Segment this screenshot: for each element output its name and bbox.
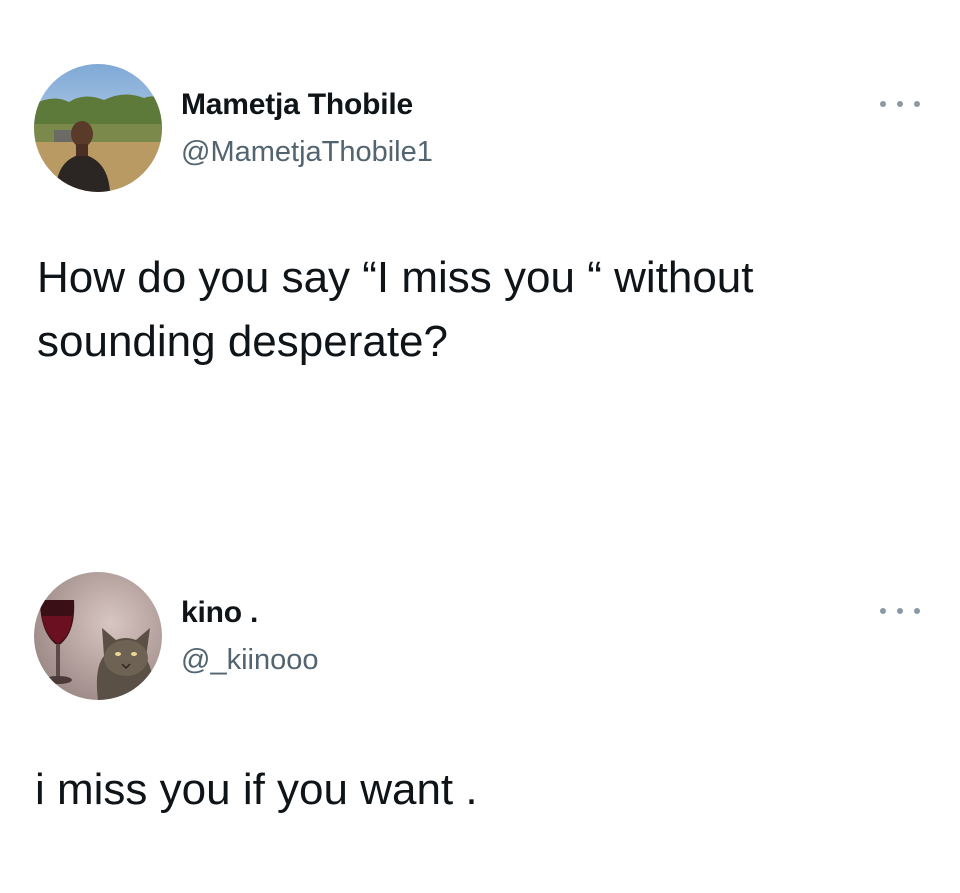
dot: [880, 608, 886, 614]
author-name[interactable]: Mametja Thobile: [181, 88, 413, 122]
avatar-photo: [34, 64, 162, 192]
author-handle[interactable]: @_kiinooo: [181, 644, 318, 677]
dot: [880, 101, 886, 107]
author-avatar[interactable]: [34, 64, 162, 192]
dot: [914, 101, 920, 107]
more-options-icon[interactable]: [880, 96, 920, 112]
author-avatar[interactable]: [34, 572, 162, 700]
author-name[interactable]: kino .: [181, 596, 258, 630]
more-options-icon[interactable]: [880, 603, 920, 619]
author-handle[interactable]: @MametjaThobile1: [181, 136, 433, 169]
tweet-text: i miss you if you want .: [35, 765, 478, 814]
tweet-text: How do you say “I miss you “ without sou…: [37, 253, 766, 366]
avatar-photo: [34, 572, 162, 700]
dot: [897, 608, 903, 614]
dot: [897, 101, 903, 107]
dot: [914, 608, 920, 614]
